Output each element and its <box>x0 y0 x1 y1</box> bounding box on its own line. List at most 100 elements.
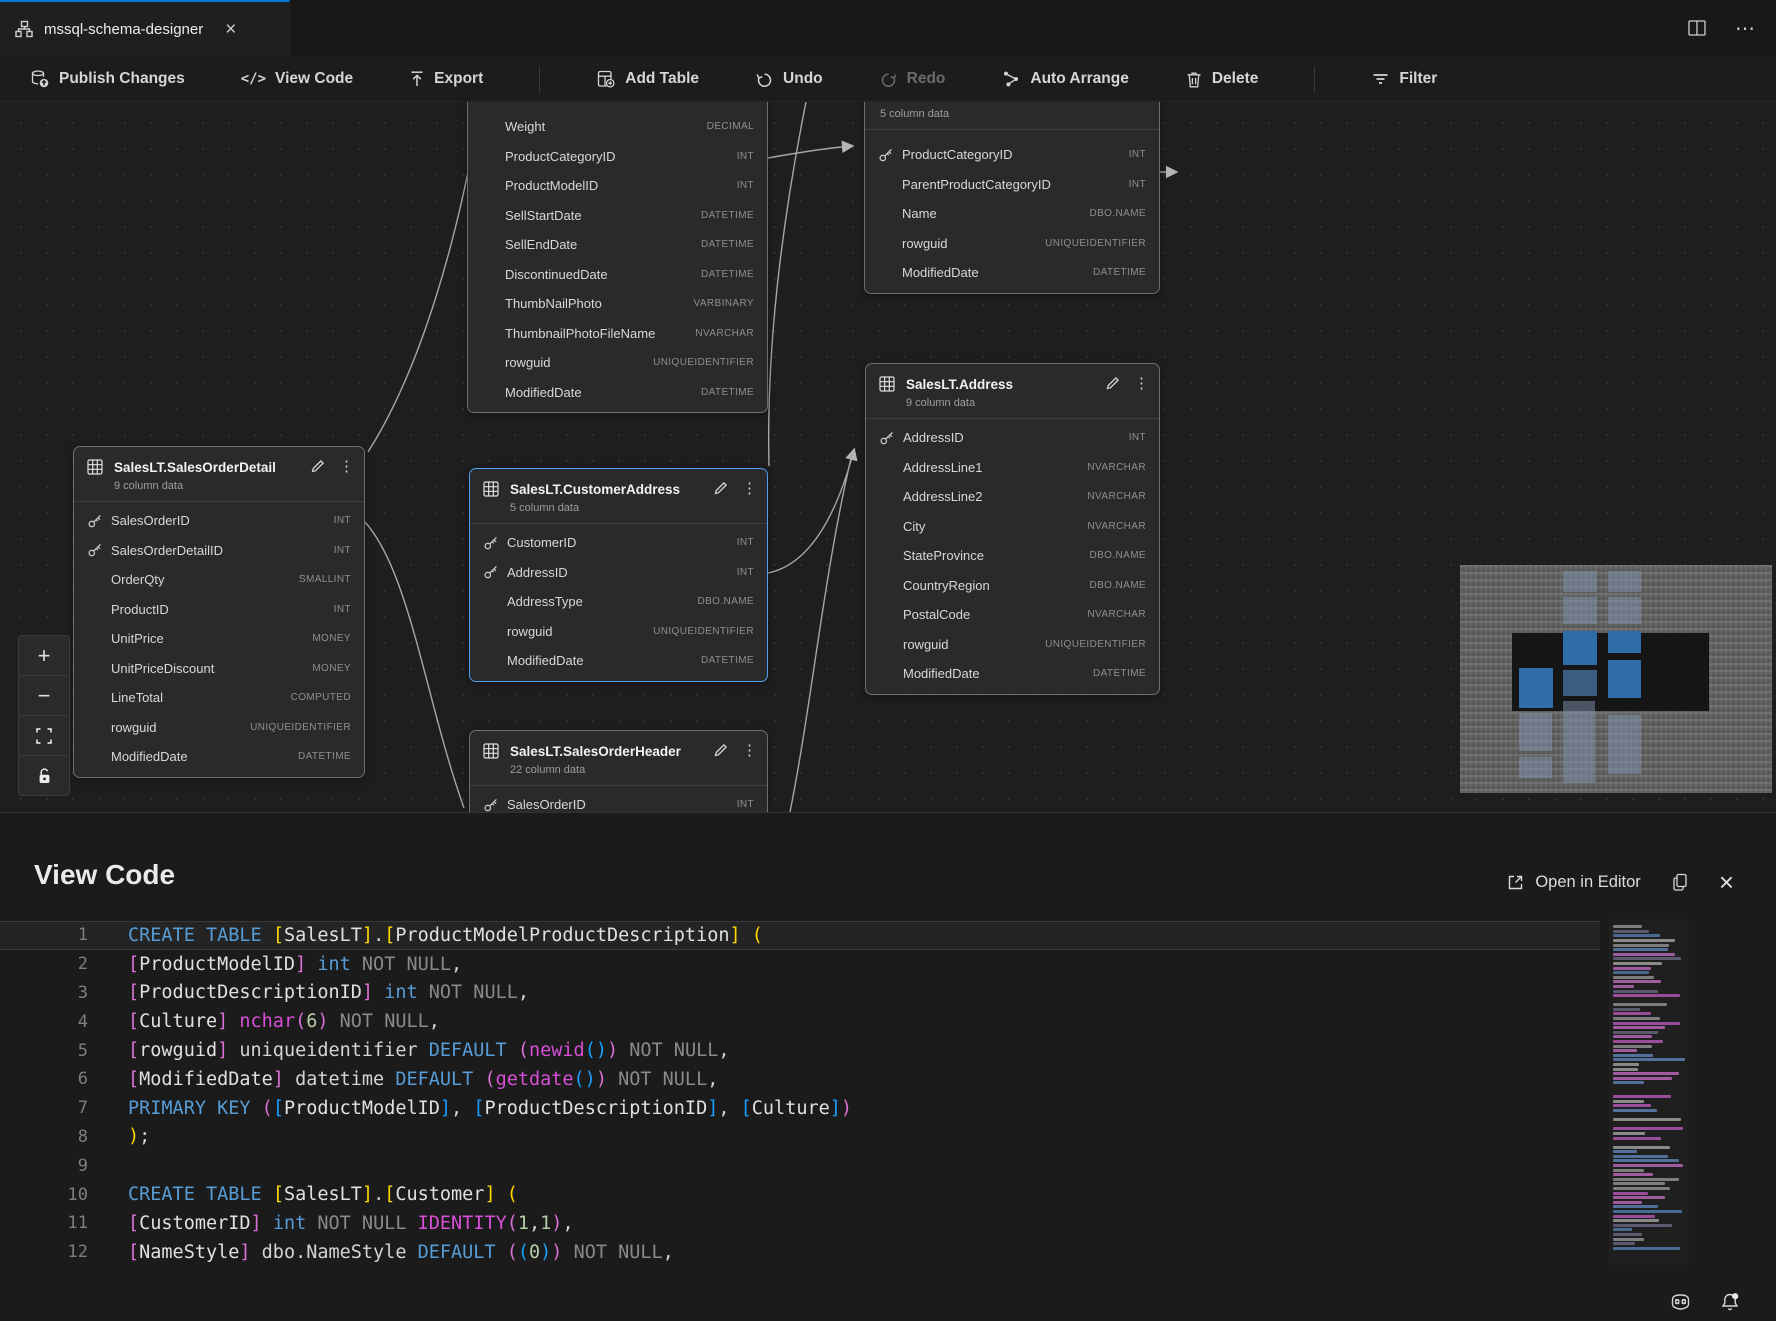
column-row[interactable]: ModifiedDateDATETIME <box>74 742 364 772</box>
column-row[interactable]: ProductCategoryIDINT <box>468 142 767 172</box>
sql-code-viewer[interactable]: 1CREATE TABLE [SalesLT].[ProductModelPro… <box>0 921 1600 1273</box>
toolbar-button-redo[interactable]: Redo <box>879 70 946 89</box>
column-row[interactable]: AddressIDINT <box>866 423 1159 453</box>
column-row[interactable]: ModifiedDateDATETIME <box>470 646 767 676</box>
table-sales_order_header[interactable]: SalesLT.SalesOrderHeader⋮22 column dataS… <box>469 730 768 812</box>
column-row[interactable]: rowguidUNIQUEIDENTIFIER <box>468 348 767 378</box>
close-panel-icon[interactable]: × <box>1719 869 1734 895</box>
toolbar-button-view-code[interactable]: </>View Code <box>241 70 353 88</box>
column-row[interactable]: StateProvinceDBO.NAME <box>866 541 1159 571</box>
split-editor-icon[interactable] <box>1687 19 1707 37</box>
table-menu-icon[interactable]: ⋮ <box>742 743 757 758</box>
column-row[interactable]: UnitPriceDiscountMONEY <box>74 654 364 684</box>
column-row[interactable]: rowguidUNIQUEIDENTIFIER <box>865 229 1159 259</box>
open-in-editor-button[interactable]: Open in Editor <box>1506 873 1640 892</box>
code-minimap[interactable] <box>1609 919 1689 1265</box>
code-line: 4[Culture] nchar(6) NOT NULL, <box>0 1007 1600 1036</box>
column-type: NVARCHAR <box>1087 462 1146 473</box>
toolbar-button-undo[interactable]: Undo <box>755 70 823 89</box>
canvas-minimap[interactable] <box>1460 565 1772 793</box>
code-line: 1CREATE TABLE [SalesLT].[ProductModelPro… <box>0 921 1600 950</box>
minimap-code-line <box>1613 999 1689 1002</box>
minimap-code-line <box>1613 1045 1652 1048</box>
column-row[interactable]: WeightDECIMAL <box>468 112 767 142</box>
schema-canvas[interactable]: WeightDECIMALProductCategoryIDINTProduct… <box>0 102 1776 812</box>
toolbar-button-delete[interactable]: Delete <box>1185 70 1259 89</box>
column-row[interactable]: AddressIDINT <box>470 558 767 588</box>
column-row[interactable]: SalesOrderIDINT <box>470 790 767 812</box>
code-text: [CustomerID] int NOT NULL IDENTITY(1,1), <box>88 1213 574 1234</box>
column-row[interactable]: SalesOrderDetailIDINT <box>74 536 364 566</box>
table-address[interactable]: SalesLT.Address⋮9 column dataAddressIDIN… <box>865 363 1160 695</box>
column-row[interactable]: ParentProductCategoryIDINT <box>865 170 1159 200</box>
primary-key-icon <box>87 513 111 529</box>
column-name: ModifiedDate <box>903 666 1093 681</box>
toolbar-button-publish-changes[interactable]: Publish Changes <box>30 69 185 89</box>
column-row[interactable]: UnitPriceMONEY <box>74 624 364 654</box>
column-row[interactable]: ThumbnailPhotoFileNameNVARCHAR <box>468 319 767 349</box>
table-menu-icon[interactable]: ⋮ <box>1134 376 1149 391</box>
column-row[interactable]: SalesOrderIDINT <box>74 506 364 536</box>
zoom-out-button[interactable]: − <box>19 676 69 716</box>
column-row[interactable]: rowguidUNIQUEIDENTIFIER <box>74 713 364 743</box>
edit-table-icon[interactable] <box>713 742 729 758</box>
tab-mssql-schema-designer[interactable]: mssql-schema-designer × <box>0 0 290 56</box>
column-row[interactable]: LineTotalCOMPUTED <box>74 683 364 713</box>
column-row[interactable]: AddressLine1NVARCHAR <box>866 453 1159 483</box>
column-row[interactable]: SellStartDateDATETIME <box>468 201 767 231</box>
column-row[interactable]: NameDBO.NAME <box>865 199 1159 229</box>
code-line: 9 <box>0 1151 1600 1180</box>
tab-close-icon[interactable]: × <box>221 19 240 40</box>
column-name: ProductCategoryID <box>505 149 737 164</box>
column-row[interactable]: DiscontinuedDateDATETIME <box>468 260 767 290</box>
table-menu-icon[interactable]: ⋮ <box>339 459 354 474</box>
column-row[interactable]: ModifiedDateDATETIME <box>865 258 1159 288</box>
column-name: ModifiedDate <box>507 653 701 668</box>
notifications-bell-icon[interactable] <box>1719 1291 1742 1313</box>
column-row[interactable]: AddressLine2NVARCHAR <box>866 482 1159 512</box>
zoom-in-button[interactable]: + <box>19 636 69 676</box>
primary-key-icon <box>483 564 507 580</box>
column-type: NVARCHAR <box>1087 521 1146 532</box>
minimap-code-line <box>1613 1215 1655 1218</box>
column-name: ProductID <box>111 602 334 617</box>
column-row[interactable]: ProductIDINT <box>74 595 364 625</box>
column-row[interactable]: OrderQtySMALLINT <box>74 565 364 595</box>
more-actions-icon[interactable]: ⋯ <box>1735 16 1756 41</box>
column-row[interactable]: ProductModelIDINT <box>468 171 767 201</box>
column-row[interactable]: AddressTypeDBO.NAME <box>470 587 767 617</box>
edit-table-icon[interactable] <box>713 480 729 496</box>
line-number: 6 <box>0 1069 88 1089</box>
column-row[interactable]: PostalCodeNVARCHAR <box>866 600 1159 630</box>
column-row[interactable]: ModifiedDateDATETIME <box>866 659 1159 689</box>
column-row[interactable]: SellEndDateDATETIME <box>468 230 767 260</box>
column-name: SalesOrderID <box>507 797 737 812</box>
view-code-panel: View Code Open in Editor × 1CREATE TABLE… <box>0 812 1776 1321</box>
table-product_category[interactable]: 5 column dataProductCategoryIDINTParentP… <box>864 102 1160 294</box>
column-row[interactable]: rowguidUNIQUEIDENTIFIER <box>866 630 1159 660</box>
table-grid-icon <box>482 742 500 760</box>
copy-code-icon[interactable] <box>1671 872 1689 892</box>
toolbar-button-filter[interactable]: Filter <box>1371 70 1437 88</box>
minimap-code-line <box>1613 925 1642 928</box>
column-row[interactable]: CountryRegionDBO.NAME <box>866 571 1159 601</box>
fit-view-button[interactable] <box>19 716 69 756</box>
column-row[interactable]: CustomerIDINT <box>470 528 767 558</box>
table-product[interactable]: WeightDECIMALProductCategoryIDINTProduct… <box>467 102 768 413</box>
toolbar-button-add-table[interactable]: Add Table <box>596 69 699 89</box>
table-customer_address[interactable]: SalesLT.CustomerAddress⋮5 column dataCus… <box>469 468 768 682</box>
column-row[interactable]: ThumbNailPhotoVARBINARY <box>468 289 767 319</box>
copilot-icon[interactable] <box>1668 1291 1693 1313</box>
minimap-table-block <box>1563 571 1597 592</box>
edit-table-icon[interactable] <box>310 458 326 474</box>
toolbar-button-export[interactable]: Export <box>409 70 483 88</box>
column-row[interactable]: CityNVARCHAR <box>866 512 1159 542</box>
table-sales_order_detail[interactable]: SalesLT.SalesOrderDetail⋮9 column dataSa… <box>73 446 365 778</box>
column-row[interactable]: ModifiedDateDATETIME <box>468 378 767 408</box>
table-menu-icon[interactable]: ⋮ <box>742 481 757 496</box>
column-row[interactable]: ProductCategoryIDINT <box>865 140 1159 170</box>
column-row[interactable]: rowguidUNIQUEIDENTIFIER <box>470 617 767 647</box>
lock-layout-button[interactable] <box>19 756 69 795</box>
edit-table-icon[interactable] <box>1105 375 1121 391</box>
toolbar-button-auto-arrange[interactable]: Auto Arrange <box>1001 69 1128 89</box>
